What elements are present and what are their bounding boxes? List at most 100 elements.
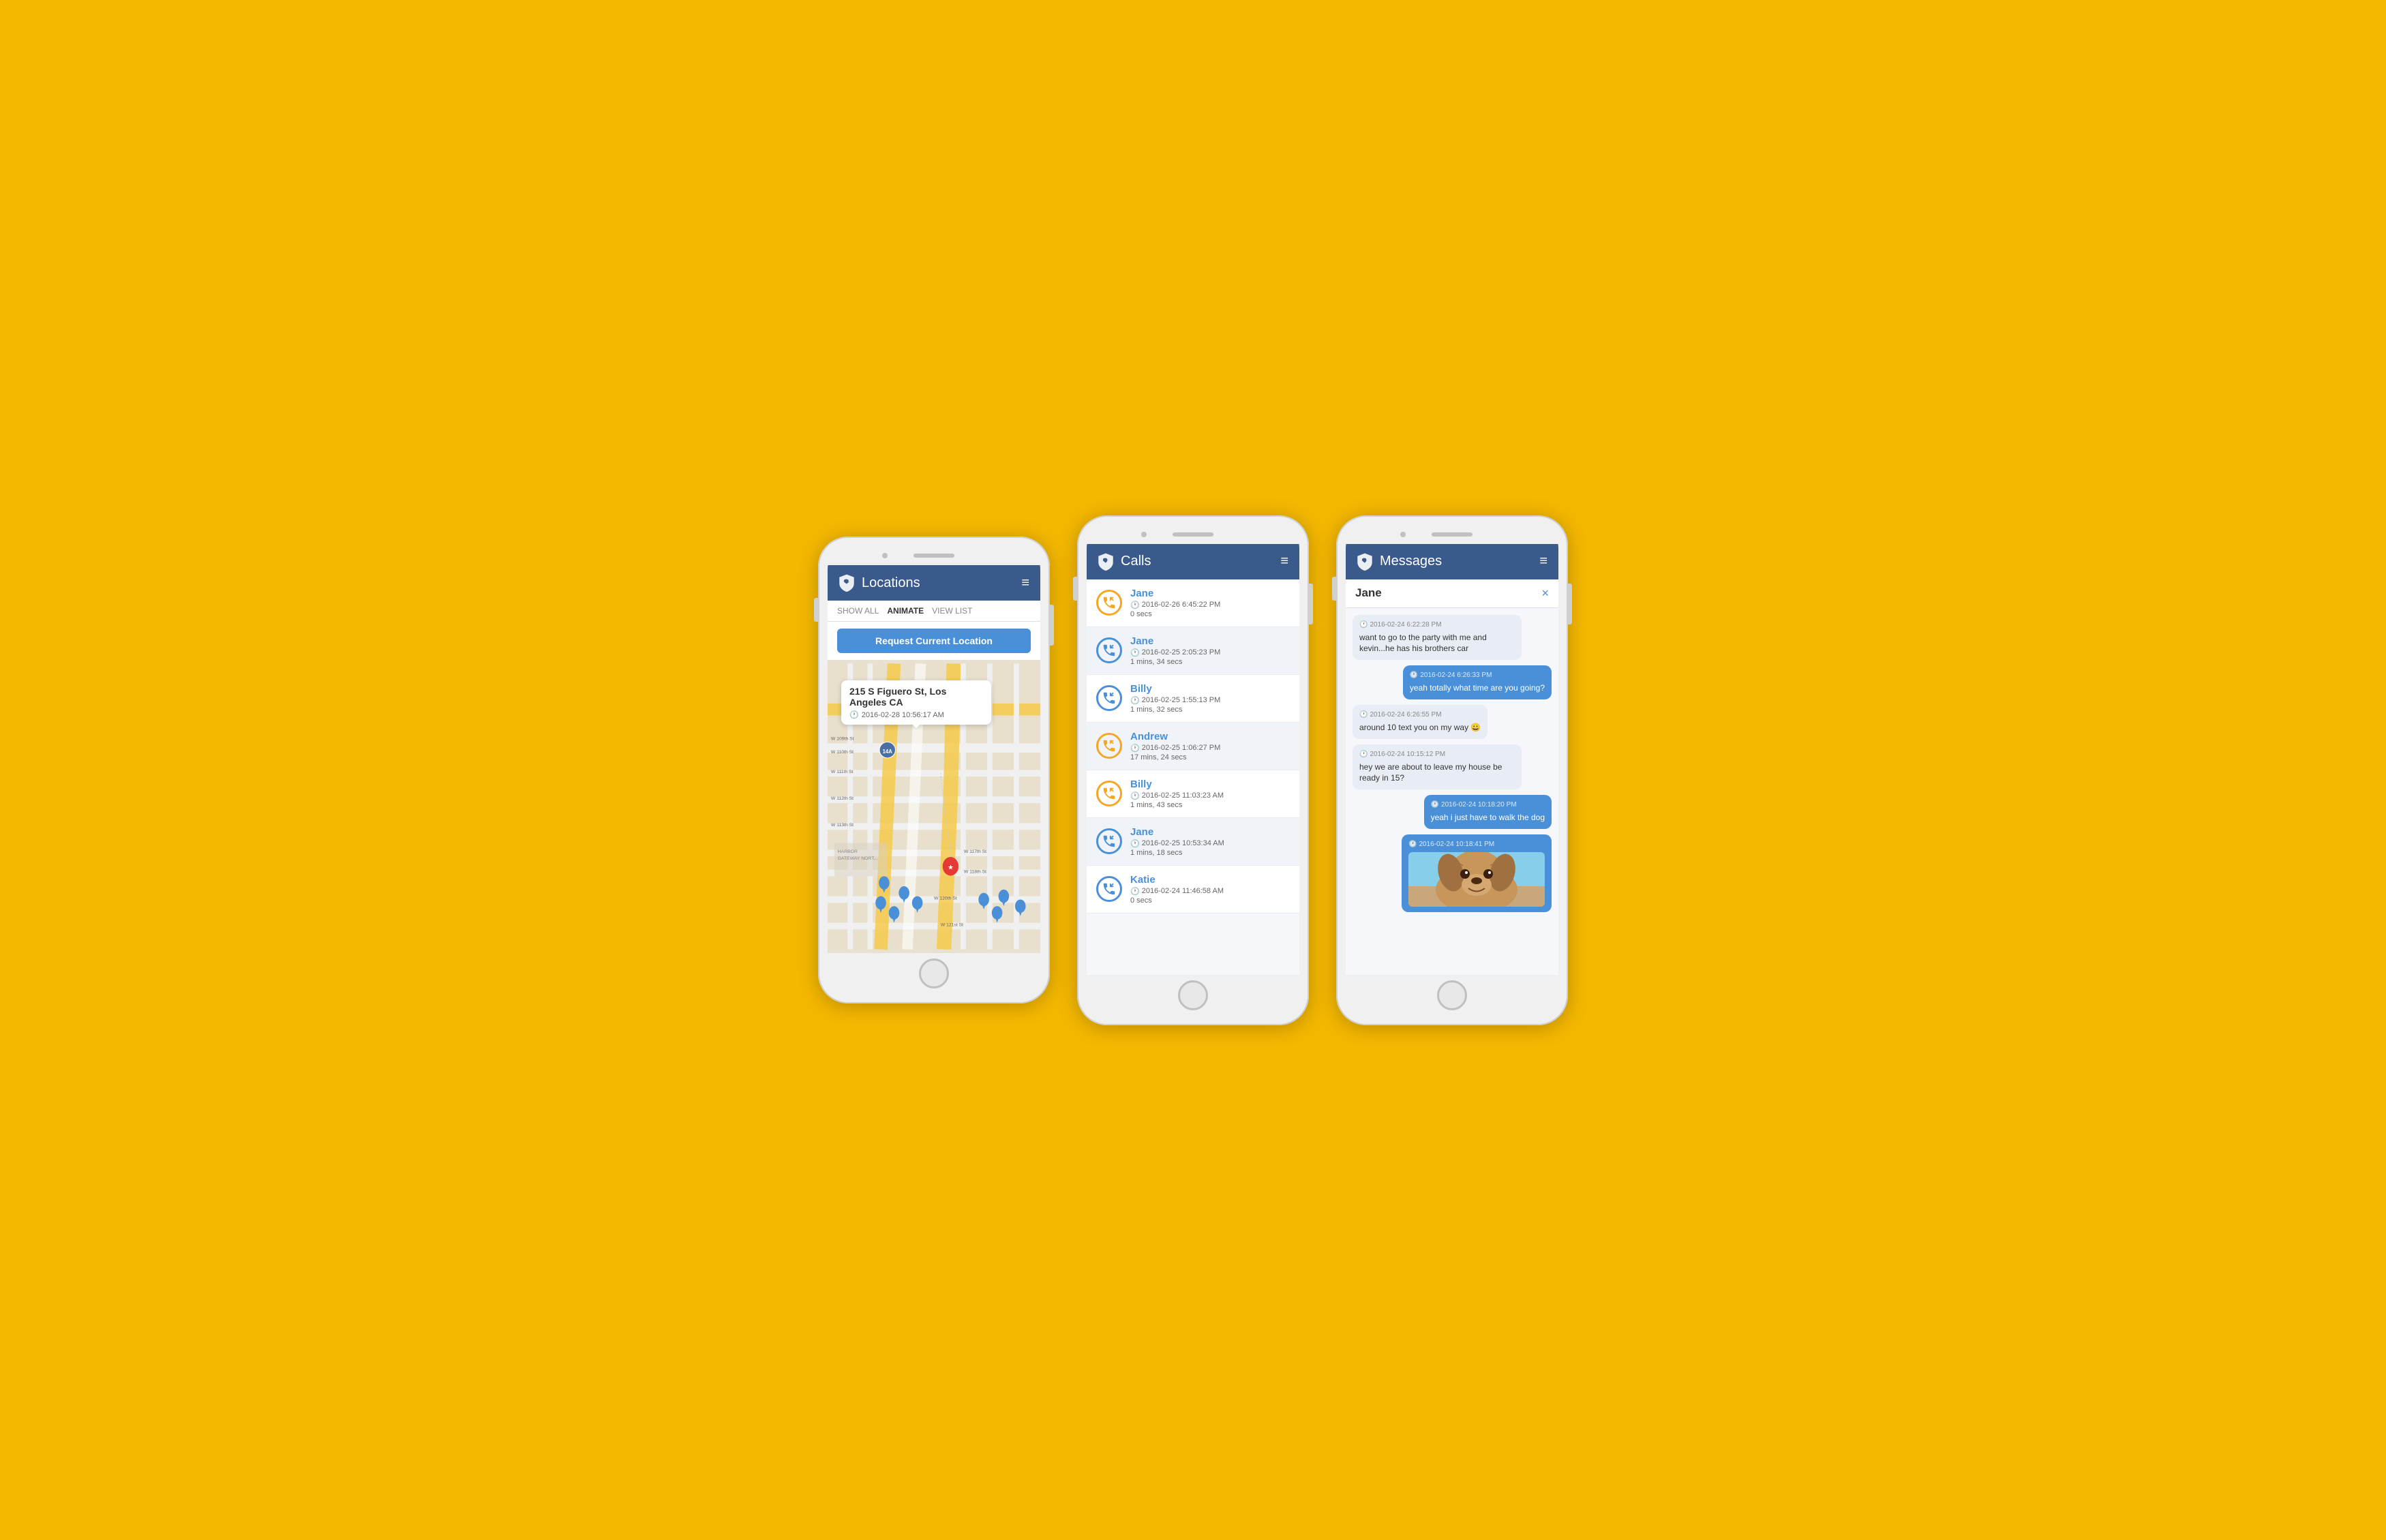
call-name-2: Billy <box>1130 683 1290 695</box>
message-2: 🕐 2016-02-24 6:26:55 PM around 10 text y… <box>1353 705 1488 739</box>
call-duration-1: 1 mins, 34 secs <box>1130 658 1290 666</box>
filter-show-all[interactable]: SHOW ALL <box>837 606 879 616</box>
call-name-5: Jane <box>1130 826 1290 838</box>
clock-icon-msg3: 🕐 <box>1359 750 1368 759</box>
home-button-1[interactable] <box>919 958 949 988</box>
shield-dog-icon-2 <box>1096 552 1115 571</box>
locations-menu-icon[interactable]: ≡ <box>1021 575 1031 591</box>
camera-1 <box>882 553 888 558</box>
call-icon-5 <box>1096 828 1122 854</box>
calls-menu-icon[interactable]: ≡ <box>1280 554 1290 569</box>
call-icon-3 <box>1096 733 1122 759</box>
call-item-2[interactable]: Billy 🕐2016-02-25 1:55:13 PM 1 mins, 32 … <box>1087 675 1299 723</box>
phone-bottom-1 <box>828 953 1040 994</box>
contact-name: Jane <box>1355 586 1382 600</box>
messages-screen: Jane × 🕐 2016-02-24 6:22:28 PM want to g… <box>1346 579 1558 975</box>
speaker-2 <box>1173 532 1213 537</box>
call-item-1[interactable]: Jane 🕐2016-02-25 2:05:23 PM 1 mins, 34 s… <box>1087 627 1299 675</box>
message-1: 🕐 2016-02-24 6:26:33 PM yeah totally wha… <box>1403 665 1552 699</box>
svg-text:W 109th St: W 109th St <box>831 737 854 742</box>
home-button-3[interactable] <box>1437 980 1467 1010</box>
message-3: 🕐 2016-02-24 10:15:12 PM hey we are abou… <box>1353 744 1522 790</box>
map-popup-time: 🕐 2016-02-28 10:56:17 AM <box>849 710 983 719</box>
messages-menu-icon[interactable]: ≡ <box>1539 554 1549 569</box>
call-name-6: Katie <box>1130 874 1290 886</box>
svg-text:★: ★ <box>948 864 954 872</box>
clock-icon-msg0: 🕐 <box>1359 620 1368 630</box>
call-name-4: Billy <box>1130 779 1290 790</box>
call-time-1: 🕐2016-02-25 2:05:23 PM <box>1130 648 1290 657</box>
call-duration-2: 1 mins, 32 secs <box>1130 706 1290 714</box>
close-conversation-button[interactable]: × <box>1541 586 1549 601</box>
phone-bottom-2 <box>1087 975 1299 1016</box>
svg-text:14A: 14A <box>883 749 893 755</box>
msg-time-4: 🕐 2016-02-24 10:18:20 PM <box>1431 800 1545 810</box>
locations-map[interactable]: 110 14A W 109th St W 110th St W 111th St… <box>828 660 1040 953</box>
phone-top-1 <box>828 546 1040 565</box>
call-item-0[interactable]: Jane 🕐2016-02-26 6:45:22 PM 0 secs <box>1087 579 1299 627</box>
call-item-6[interactable]: Katie 🕐2016-02-24 11:46:58 AM 0 secs <box>1087 866 1299 914</box>
call-time-5: 🕐2016-02-25 10:53:34 AM <box>1130 839 1290 848</box>
message-contact-bar: Jane × <box>1346 579 1558 608</box>
msg-time-5: 🕐 2016-02-24 10:18:41 PM <box>1408 840 1545 849</box>
speaker-3 <box>1432 532 1473 537</box>
filter-view-list[interactable]: VIEW LIST <box>932 606 972 616</box>
svg-text:W 110th St: W 110th St <box>831 750 854 755</box>
message-0: 🕐 2016-02-24 6:22:28 PM want to go to th… <box>1353 615 1522 661</box>
call-duration-4: 1 mins, 43 secs <box>1130 801 1290 809</box>
call-name-1: Jane <box>1130 635 1290 647</box>
msg-text-1: yeah totally what time are you going? <box>1410 682 1545 694</box>
call-icon-2 <box>1096 685 1122 711</box>
clock-icon-msg2: 🕐 <box>1359 710 1368 720</box>
call-item-4[interactable]: Billy 🕐2016-02-25 11:03:23 AM 1 mins, 43… <box>1087 770 1299 818</box>
map-popup: 215 S Figuero St, Los Angeles CA 🕐 2016-… <box>841 680 991 725</box>
phone-bottom-3 <box>1346 975 1558 1016</box>
svg-text:W 121st St: W 121st St <box>941 923 963 928</box>
call-duration-3: 17 mins, 24 secs <box>1130 753 1290 761</box>
msg-time-1: 🕐 2016-02-24 6:26:33 PM <box>1410 671 1545 680</box>
msg-text-0: want to go to the party with me and kevi… <box>1359 632 1515 655</box>
svg-text:W 118th St: W 118th St <box>964 870 986 875</box>
phone-calls: Calls ≡ Jane <box>1077 515 1309 1025</box>
svg-text:GATEWAY NORT...: GATEWAY NORT... <box>838 856 878 861</box>
svg-text:W 120th St: W 120th St <box>934 896 957 901</box>
clock-icon-msg4: 🕐 <box>1431 800 1439 810</box>
call-item-3[interactable]: Andrew 🕐2016-02-25 1:06:27 PM 17 mins, 2… <box>1087 723 1299 770</box>
msg-text-3: hey we are about to leave my house be re… <box>1359 761 1515 785</box>
filter-animate[interactable]: ANIMATE <box>887 606 924 616</box>
phone-messages: Messages ≡ Jane × 🕐 2016-02-24 6:22:28 P <box>1336 515 1568 1025</box>
svg-text:W 112th St: W 112th St <box>831 796 854 801</box>
message-5: 🕐 2016-02-24 10:18:41 PM <box>1402 834 1552 912</box>
call-icon-0 <box>1096 590 1122 616</box>
call-duration-5: 1 mins, 18 secs <box>1130 849 1290 857</box>
message-4: 🕐 2016-02-24 10:18:20 PM yeah i just hav… <box>1424 795 1552 829</box>
svg-text:W 113th St: W 113th St <box>831 823 854 828</box>
call-item-5[interactable]: Jane 🕐2016-02-25 10:53:34 AM 1 mins, 18 … <box>1087 818 1299 866</box>
call-time-2: 🕐2016-02-25 1:55:13 PM <box>1130 696 1290 705</box>
call-name-0: Jane <box>1130 588 1290 599</box>
request-location-button[interactable]: Request Current Location <box>837 629 1031 653</box>
clock-icon-popup: 🕐 <box>849 710 859 719</box>
dog-photo <box>1408 852 1545 907</box>
home-button-2[interactable] <box>1178 980 1208 1010</box>
phone-top-3 <box>1346 525 1558 544</box>
messages-header: Messages ≡ <box>1346 544 1558 579</box>
call-icon-1 <box>1096 637 1122 663</box>
msg-time-3: 🕐 2016-02-24 10:15:12 PM <box>1359 750 1515 759</box>
svg-text:W 111th St: W 111th St <box>831 770 854 774</box>
messages-list: 🕐 2016-02-24 6:22:28 PM want to go to th… <box>1346 608 1558 920</box>
call-icon-6 <box>1096 876 1122 902</box>
clock-icon-msg5: 🕐 <box>1408 840 1417 849</box>
camera-3 <box>1400 532 1406 537</box>
call-duration-6: 0 secs <box>1130 896 1290 905</box>
locations-filter-bar: SHOW ALL ANIMATE VIEW LIST <box>828 601 1040 622</box>
call-duration-0: 0 secs <box>1130 610 1290 618</box>
call-time-4: 🕐2016-02-25 11:03:23 AM <box>1130 791 1290 800</box>
camera-2 <box>1141 532 1147 537</box>
phone-locations: Locations ≡ SHOW ALL ANIMATE VIEW LIST R… <box>818 537 1050 1003</box>
shield-dog-icon-1 <box>837 573 856 592</box>
shield-dog-icon-3 <box>1355 552 1374 571</box>
calls-header: Calls ≡ <box>1087 544 1299 579</box>
clock-icon-msg1: 🕐 <box>1410 671 1418 680</box>
msg-time-2: 🕐 2016-02-24 6:26:55 PM <box>1359 710 1481 720</box>
